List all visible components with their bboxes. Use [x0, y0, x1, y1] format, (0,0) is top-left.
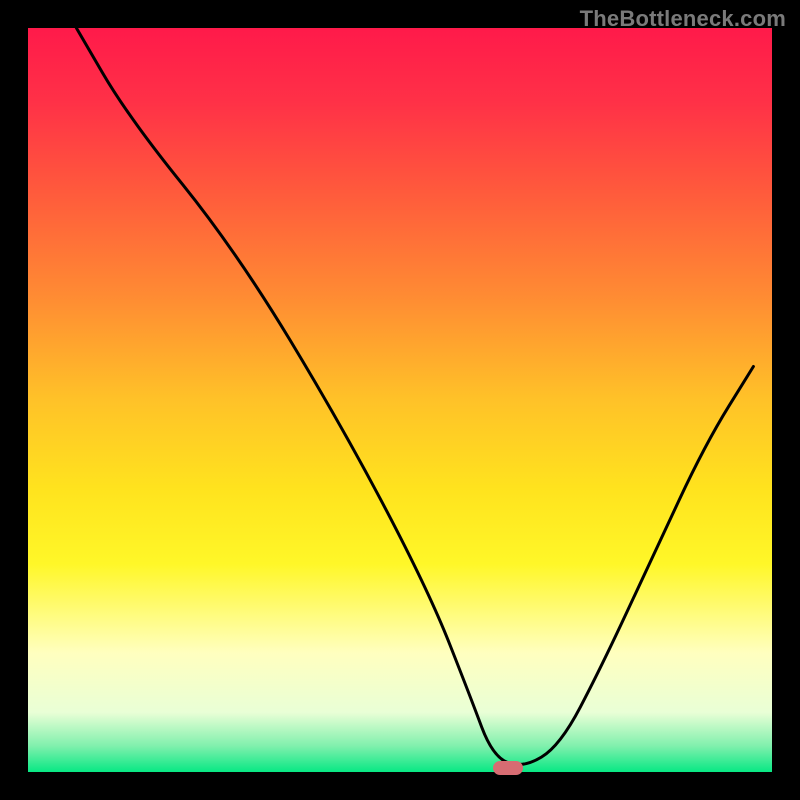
chart-svg [28, 28, 772, 772]
optimal-marker [493, 761, 523, 775]
gradient-background [28, 28, 772, 772]
plot-area [28, 28, 772, 772]
chart-container: TheBottleneck.com [0, 0, 800, 800]
